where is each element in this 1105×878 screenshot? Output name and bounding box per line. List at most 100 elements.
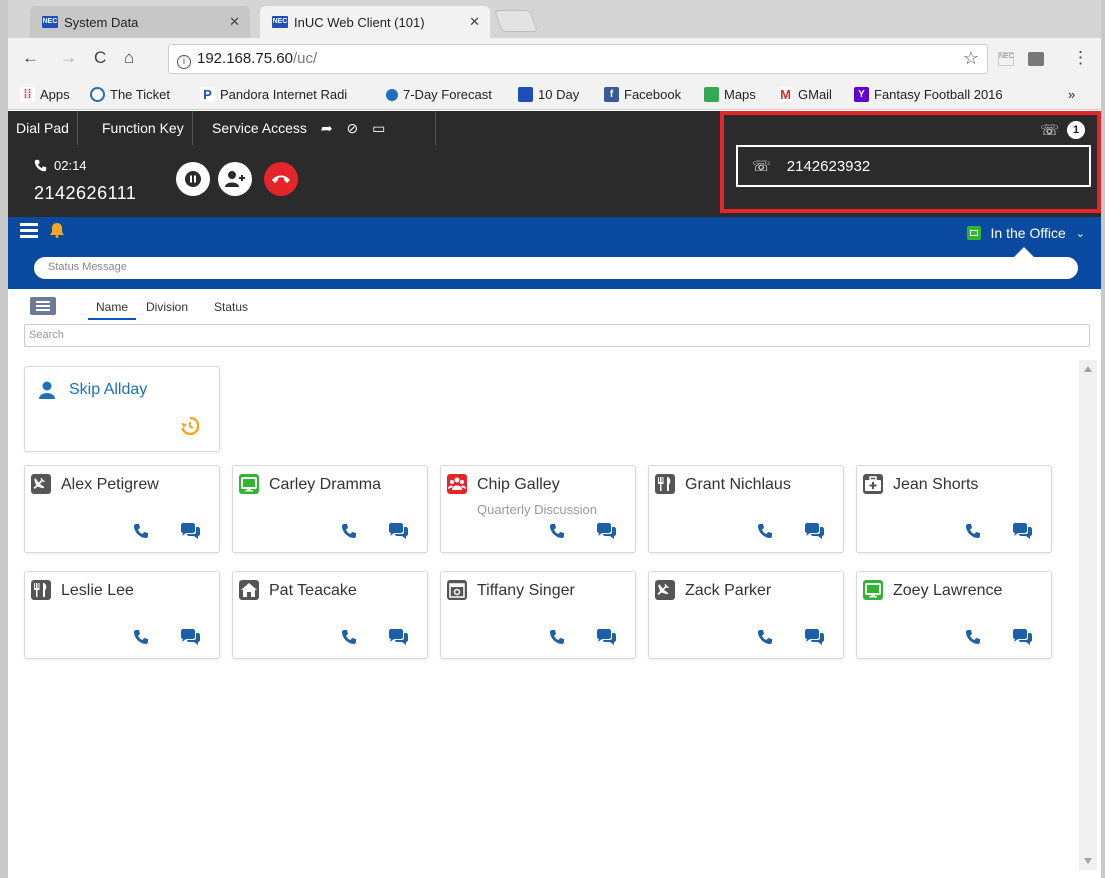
- call-icon[interactable]: [965, 629, 981, 650]
- contact-name[interactable]: Pat Teacake: [269, 582, 357, 600]
- call-icon[interactable]: [757, 629, 773, 650]
- bookmark-pandora[interactable]: P Pandora Internet Radi: [200, 87, 347, 102]
- call-icon[interactable]: [133, 629, 149, 650]
- bookmark-maps[interactable]: Maps: [704, 87, 756, 102]
- chat-icon[interactable]: [595, 523, 617, 544]
- reload-icon[interactable]: C: [94, 48, 106, 68]
- address-bar[interactable]: i 192.168.75.60/uc/ ☆: [168, 44, 988, 74]
- contact-card[interactable]: Carley Dramma: [232, 465, 428, 553]
- chat-icon[interactable]: [803, 523, 825, 544]
- contact-card[interactable]: Chip Galley Quarterly Discussion: [440, 465, 636, 553]
- bell-icon[interactable]: [50, 223, 64, 238]
- status-message-input[interactable]: Status Message: [34, 257, 1078, 279]
- bookmark-apps[interactable]: ⁞⁞ Apps: [20, 87, 70, 102]
- chat-icon[interactable]: [387, 629, 409, 650]
- maps-icon: [704, 87, 719, 102]
- bookmark-10-day[interactable]: 10 Day: [518, 87, 579, 102]
- call-icon[interactable]: [133, 523, 149, 544]
- pause-icon: [185, 171, 201, 187]
- call-icon[interactable]: [341, 523, 357, 544]
- laptop-icon[interactable]: ▭: [372, 120, 385, 136]
- contact-name[interactable]: Zoey Lawrence: [893, 582, 1002, 600]
- my-contact-card[interactable]: Skip Allday: [24, 366, 220, 452]
- contact-name[interactable]: Jean Shorts: [893, 476, 978, 494]
- call-icon[interactable]: [549, 629, 565, 650]
- call-icon[interactable]: [341, 629, 357, 650]
- call-icon[interactable]: [549, 523, 565, 544]
- extension-icon[interactable]: [1028, 52, 1044, 66]
- chat-icon[interactable]: [387, 523, 409, 544]
- chat-icon[interactable]: [595, 629, 617, 650]
- tab-system-data[interactable]: NEC System Data ✕: [30, 6, 250, 38]
- info-icon[interactable]: i: [177, 55, 191, 69]
- contact-card[interactable]: Alex Petigrew: [24, 465, 220, 553]
- add-participant-button[interactable]: [218, 162, 252, 196]
- bookmark-label: The Ticket: [110, 87, 170, 102]
- contact-name[interactable]: Chip Galley: [477, 476, 560, 494]
- scroll-down-arrow[interactable]: [1084, 858, 1092, 864]
- bookmark-label: GMail: [798, 87, 832, 102]
- hang-up-button[interactable]: [264, 162, 298, 196]
- contact-name[interactable]: Alex Petigrew: [61, 476, 159, 494]
- contact-card[interactable]: Zack Parker: [648, 571, 844, 659]
- contact-card[interactable]: Zoey Lawrence: [856, 571, 1052, 659]
- bookmark-gmail[interactable]: M GMail: [778, 87, 832, 102]
- contact-card[interactable]: Pat Teacake: [232, 571, 428, 659]
- url-path: /uc/: [292, 50, 318, 67]
- contact-card[interactable]: Grant Nichlaus: [648, 465, 844, 553]
- chat-icon[interactable]: [803, 629, 825, 650]
- facebook-icon: f: [604, 87, 619, 102]
- contact-name[interactable]: Zack Parker: [685, 582, 771, 600]
- scroll-up-arrow[interactable]: [1084, 366, 1092, 372]
- fork-knife-icon: [31, 580, 51, 600]
- contact-name[interactable]: Carley Dramma: [269, 476, 381, 494]
- hamburger-menu-icon[interactable]: [20, 223, 38, 238]
- home-icon[interactable]: ⌂: [124, 48, 134, 68]
- hold-button[interactable]: [176, 162, 210, 196]
- forward-arrow-icon[interactable]: →: [60, 48, 77, 68]
- contact-name[interactable]: Leslie Lee: [61, 582, 134, 600]
- contact-name[interactable]: Tiffany Singer: [477, 582, 575, 600]
- tab-division[interactable]: Division: [146, 300, 188, 314]
- bookmark-forecast[interactable]: 7-Day Forecast: [386, 87, 492, 102]
- contact-name[interactable]: Grant Nichlaus: [685, 476, 791, 494]
- tab-status[interactable]: Status: [214, 300, 248, 314]
- presence-selector[interactable]: In the Office ⌄: [966, 225, 1085, 241]
- bookmark-the-ticket[interactable]: The Ticket: [90, 87, 170, 102]
- bookmarks-overflow-button[interactable]: »: [1068, 87, 1075, 102]
- close-tab-icon[interactable]: ✕: [229, 14, 240, 30]
- dial-pad-button[interactable]: Dial Pad: [8, 111, 78, 145]
- do-not-disturb-icon[interactable]: ⊘: [346, 120, 358, 136]
- close-tab-icon[interactable]: ✕: [469, 14, 480, 30]
- tab-inuc-web-client[interactable]: NEC InUC Web Client (101) ✕: [260, 6, 490, 38]
- bookmark-fantasy-football[interactable]: Y Fantasy Football 2016: [854, 87, 1003, 102]
- incoming-calls-indicator[interactable]: ☏ 1: [1040, 121, 1085, 139]
- contact-card[interactable]: Leslie Lee: [24, 571, 220, 659]
- chat-icon[interactable]: [179, 523, 201, 544]
- menu-kebab-icon[interactable]: ⋮: [1072, 48, 1089, 68]
- nec-extension-icon[interactable]: NEC: [998, 52, 1014, 66]
- back-arrow-icon[interactable]: ←: [22, 48, 39, 68]
- bookmark-star-icon[interactable]: ☆: [963, 48, 979, 69]
- bookmark-label: Pandora Internet Radi: [220, 87, 348, 102]
- chat-icon[interactable]: [179, 629, 201, 650]
- function-key-button[interactable]: Function Key: [94, 111, 193, 145]
- incoming-call-item[interactable]: ☏ 2142623932: [736, 145, 1091, 187]
- history-icon[interactable]: [181, 417, 199, 435]
- scrollbar[interactable]: [1079, 360, 1097, 870]
- service-access-button[interactable]: Service Access ➦ ⊘ ▭: [204, 111, 436, 145]
- call-icon[interactable]: [965, 523, 981, 544]
- chat-icon[interactable]: [1011, 629, 1033, 650]
- bookmark-facebook[interactable]: f Facebook: [604, 87, 681, 102]
- forward-arrow-icon[interactable]: ➦: [321, 120, 333, 136]
- monitor-icon: [239, 474, 259, 494]
- call-icon[interactable]: [757, 523, 773, 544]
- search-input[interactable]: Search: [24, 324, 1090, 347]
- chat-icon[interactable]: [1011, 523, 1033, 544]
- presence-bar: In the Office ⌄ Status Message: [8, 217, 1101, 289]
- contact-card[interactable]: Jean Shorts: [856, 465, 1052, 553]
- tab-name[interactable]: Name: [88, 300, 136, 320]
- new-tab-button[interactable]: [493, 10, 539, 32]
- list-view-icon[interactable]: [30, 297, 56, 315]
- contact-card[interactable]: Tiffany Singer: [440, 571, 636, 659]
